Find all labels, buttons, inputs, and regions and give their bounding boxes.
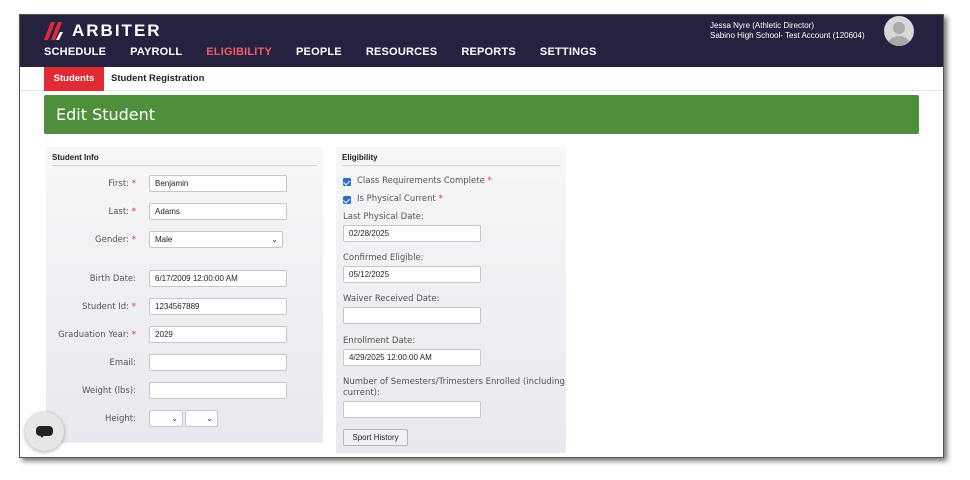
waiver-received-label: Waiver Received Date: <box>343 294 440 304</box>
enrollment-date-field[interactable]: 4/29/2025 12:00:00 AM <box>343 349 481 366</box>
account-name: Sabino High School- Test Account (120604… <box>710 31 865 40</box>
physical-current-label: Is Physical Current * <box>357 194 443 204</box>
semesters-label-line1: Number of Semesters/Trimesters Enrolled … <box>343 377 565 387</box>
gender-value: Male <box>155 235 173 244</box>
nav-people[interactable]: PEOPLE <box>296 46 342 58</box>
student-id-field[interactable]: 1234567889 <box>149 298 287 315</box>
chat-bubble-icon <box>36 426 53 438</box>
nav-payroll[interactable]: PAYROLL <box>130 46 182 58</box>
enrollment-date-label: Enrollment Date: <box>343 336 416 346</box>
page-header: Edit Student <box>44 95 919 134</box>
nav-settings[interactable]: SETTINGS <box>540 46 597 58</box>
student-info-panel: Student Info First: * Benjamin Last: * A… <box>46 147 323 443</box>
first-name-field[interactable]: Benjamin <box>149 175 287 192</box>
tab-students[interactable]: Students <box>44 67 104 91</box>
confirmed-eligible-field[interactable]: 05/12/2025 <box>343 266 481 283</box>
tab-student-registration[interactable]: Student Registration <box>111 67 204 91</box>
waiver-received-field[interactable] <box>343 307 481 324</box>
page-title: Edit Student <box>56 105 156 124</box>
birth-date-field[interactable]: 6/17/2009 12:00:00 AM <box>149 270 287 287</box>
app-window: ARBITER SCHEDULE PAYROLL ELIGIBILITY PEO… <box>19 14 944 458</box>
sub-navigation: Students Student Registration <box>20 67 943 91</box>
chevron-down-icon: ⌄ <box>271 235 278 244</box>
arbiter-logo-icon <box>44 22 63 40</box>
user-avatar-icon[interactable] <box>884 16 914 46</box>
nav-schedule[interactable]: SCHEDULE <box>44 46 106 58</box>
weight-field[interactable] <box>149 382 287 399</box>
gender-label: Gender: * <box>95 235 136 245</box>
last-name-label: Last: * <box>108 207 136 217</box>
student-id-label: Student Id: * <box>82 302 136 312</box>
avatar-silhouette <box>888 22 910 46</box>
nav-reports[interactable]: REPORTS <box>461 46 516 58</box>
eligibility-panel: Eligibility Class Requirements Complete … <box>336 147 566 453</box>
first-name-label: First: * <box>108 179 136 189</box>
eligibility-title: Eligibility <box>342 153 378 162</box>
height-label: Height: <box>105 414 136 424</box>
chat-widget-button[interactable] <box>25 412 64 451</box>
confirmed-eligible-label: Confirmed Eligible: <box>343 253 424 263</box>
chevron-down-icon: ⌄ <box>171 414 178 423</box>
email-label: Email: <box>109 358 136 368</box>
semesters-field[interactable] <box>343 401 481 418</box>
email-field[interactable] <box>149 354 287 371</box>
class-requirements-checkbox[interactable] <box>343 178 351 186</box>
nav-eligibility[interactable]: ELIGIBILITY <box>206 46 272 58</box>
user-info[interactable]: Jessa Nyre (Athletic Director) Sabino Hi… <box>710 21 865 41</box>
panel-divider <box>342 165 560 166</box>
user-name: Jessa Nyre (Athletic Director) <box>710 21 815 30</box>
graduation-year-label: Graduation Year: * <box>58 330 136 340</box>
graduation-year-field[interactable]: 2029 <box>149 326 287 343</box>
sport-history-button[interactable]: Sport History <box>343 429 408 446</box>
last-physical-date-label: Last Physical Date: <box>343 212 424 222</box>
class-requirements-label: Class Requirements Complete * <box>357 176 492 186</box>
weight-label: Weight (lbs): <box>82 386 136 396</box>
semesters-label-line2: current): <box>343 388 380 398</box>
panel-divider <box>52 165 317 166</box>
brand-name: ARBITER <box>72 21 162 40</box>
chevron-down-icon: ⌄ <box>206 414 213 423</box>
height-feet-select[interactable]: ⌄ <box>149 410 183 427</box>
arbiter-logo[interactable]: ARBITER <box>44 20 162 42</box>
last-physical-date-field[interactable]: 02/28/2025 <box>343 225 481 242</box>
height-inches-select[interactable]: ⌄ <box>185 410 218 427</box>
student-info-title: Student Info <box>52 153 99 162</box>
birth-date-label: Birth Date: <box>89 274 136 284</box>
main-nav: SCHEDULE PAYROLL ELIGIBILITY PEOPLE RESO… <box>44 46 621 58</box>
gender-select[interactable]: Male ⌄ <box>149 231 283 248</box>
top-navigation-bar: ARBITER SCHEDULE PAYROLL ELIGIBILITY PEO… <box>20 15 943 67</box>
last-name-field[interactable]: Adams <box>149 203 287 220</box>
nav-resources[interactable]: RESOURCES <box>366 46 437 58</box>
physical-current-checkbox[interactable] <box>343 196 351 204</box>
